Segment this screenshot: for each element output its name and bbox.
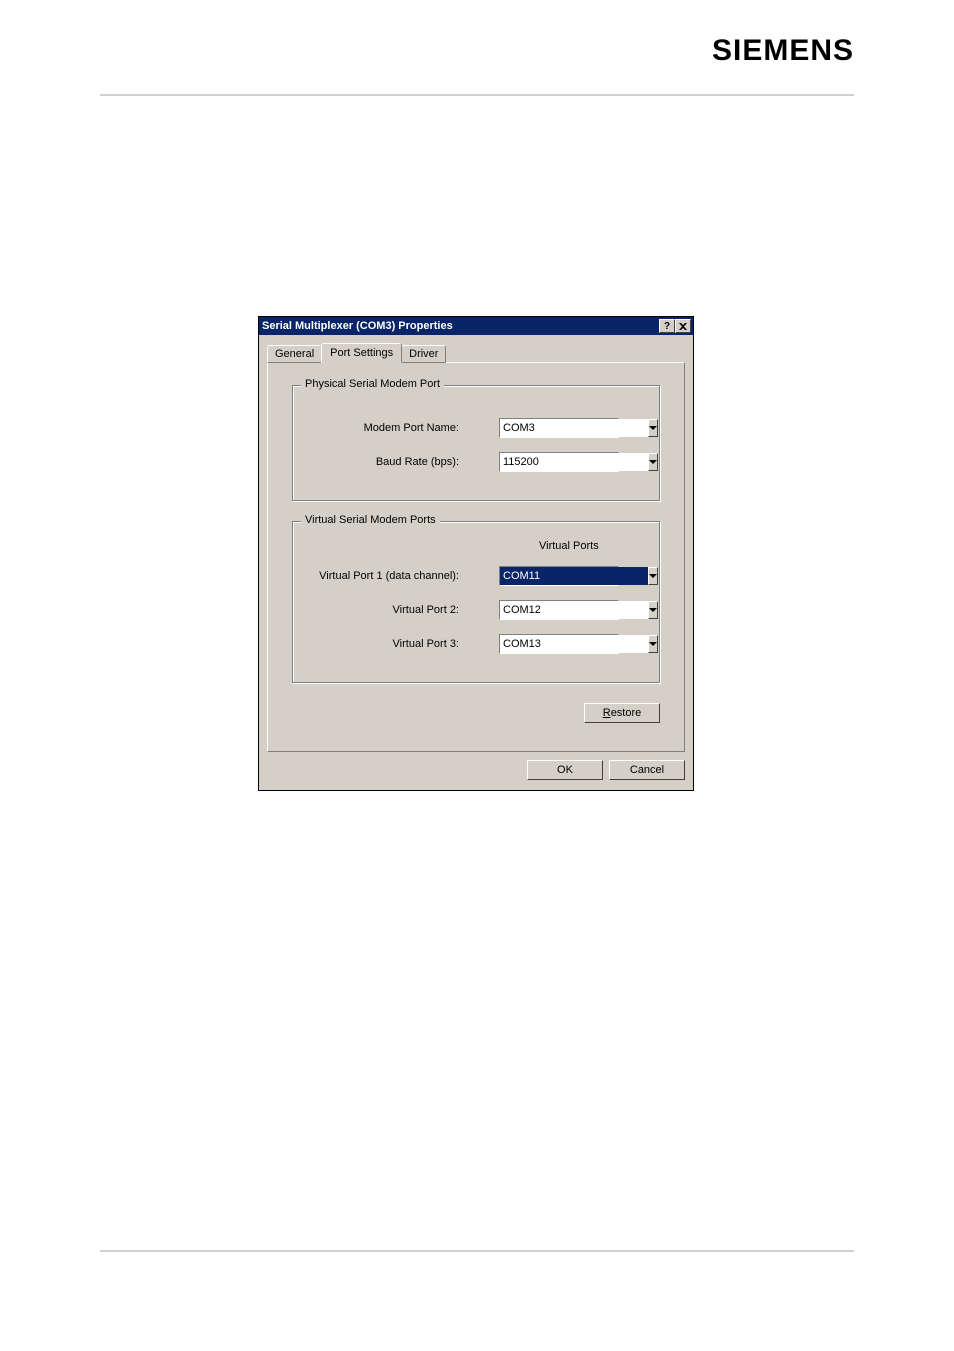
- vport3-input[interactable]: [500, 635, 648, 653]
- vport3-combo[interactable]: [499, 634, 619, 654]
- dialog-body: General Port Settings Driver Physical Se…: [259, 335, 693, 790]
- vport3-dropdown-button[interactable]: [648, 635, 658, 653]
- vport2-input[interactable]: [500, 601, 648, 619]
- virtual-ports-group: Virtual Serial Modem Ports Virtual Ports…: [292, 521, 660, 683]
- modem-port-dropdown-button[interactable]: [648, 419, 658, 437]
- vport2-row: Virtual Port 2:: [309, 600, 643, 620]
- modem-port-input[interactable]: [500, 419, 648, 437]
- vport2-label: Virtual Port 2:: [309, 604, 499, 616]
- tab-port-settings[interactable]: Port Settings: [321, 343, 402, 363]
- close-button[interactable]: [675, 319, 691, 333]
- vport1-row: Virtual Port 1 (data channel):: [309, 566, 643, 586]
- chevron-down-icon: [649, 642, 657, 646]
- physical-port-group: Physical Serial Modem Port Modem Port Na…: [292, 385, 660, 501]
- titlebar-buttons: ?: [659, 319, 691, 333]
- baud-input[interactable]: [500, 453, 648, 471]
- virtual-legend: Virtual Serial Modem Ports: [301, 514, 440, 526]
- vport1-dropdown-button[interactable]: [648, 567, 658, 585]
- top-separator: [100, 94, 854, 96]
- tab-panel: Physical Serial Modem Port Modem Port Na…: [267, 362, 685, 752]
- properties-dialog: Serial Multiplexer (COM3) Properties ? G…: [258, 316, 694, 791]
- cancel-button[interactable]: Cancel: [609, 760, 685, 780]
- baud-row: Baud Rate (bps):: [309, 452, 643, 472]
- ok-button[interactable]: OK: [527, 760, 603, 780]
- vport2-combo[interactable]: [499, 600, 619, 620]
- vport1-label: Virtual Port 1 (data channel):: [309, 570, 499, 582]
- vport1-combo[interactable]: [499, 566, 619, 586]
- tab-strip: General Port Settings Driver: [267, 343, 685, 363]
- baud-combo[interactable]: [499, 452, 619, 472]
- vport3-label: Virtual Port 3:: [309, 638, 499, 650]
- close-icon: [679, 323, 687, 330]
- vport2-dropdown-button[interactable]: [648, 601, 658, 619]
- titlebar: Serial Multiplexer (COM3) Properties ?: [259, 317, 693, 335]
- chevron-down-icon: [649, 426, 657, 430]
- modem-port-row: Modem Port Name:: [309, 418, 643, 438]
- vport3-row: Virtual Port 3:: [309, 634, 643, 654]
- bottom-buttons: OK Cancel: [267, 760, 685, 780]
- bottom-separator: [100, 1250, 854, 1252]
- restore-button-suffix: estore: [611, 707, 642, 719]
- modem-port-label: Modem Port Name:: [309, 422, 499, 434]
- brand-logo: SIEMENS: [712, 34, 854, 68]
- help-button[interactable]: ?: [659, 319, 675, 333]
- modem-port-combo[interactable]: [499, 418, 619, 438]
- chevron-down-icon: [649, 460, 657, 464]
- virtual-ports-header: Virtual Ports: [539, 540, 643, 552]
- vport1-input[interactable]: [500, 567, 648, 585]
- tab-general[interactable]: General: [267, 345, 322, 363]
- physical-legend: Physical Serial Modem Port: [301, 378, 444, 390]
- baud-label: Baud Rate (bps):: [309, 456, 499, 468]
- restore-row: Restore: [292, 703, 660, 723]
- dialog-title: Serial Multiplexer (COM3) Properties: [262, 320, 453, 332]
- restore-button[interactable]: Restore: [584, 703, 660, 723]
- chevron-down-icon: [649, 574, 657, 578]
- tab-driver[interactable]: Driver: [401, 345, 446, 363]
- chevron-down-icon: [649, 608, 657, 612]
- baud-dropdown-button[interactable]: [648, 453, 658, 471]
